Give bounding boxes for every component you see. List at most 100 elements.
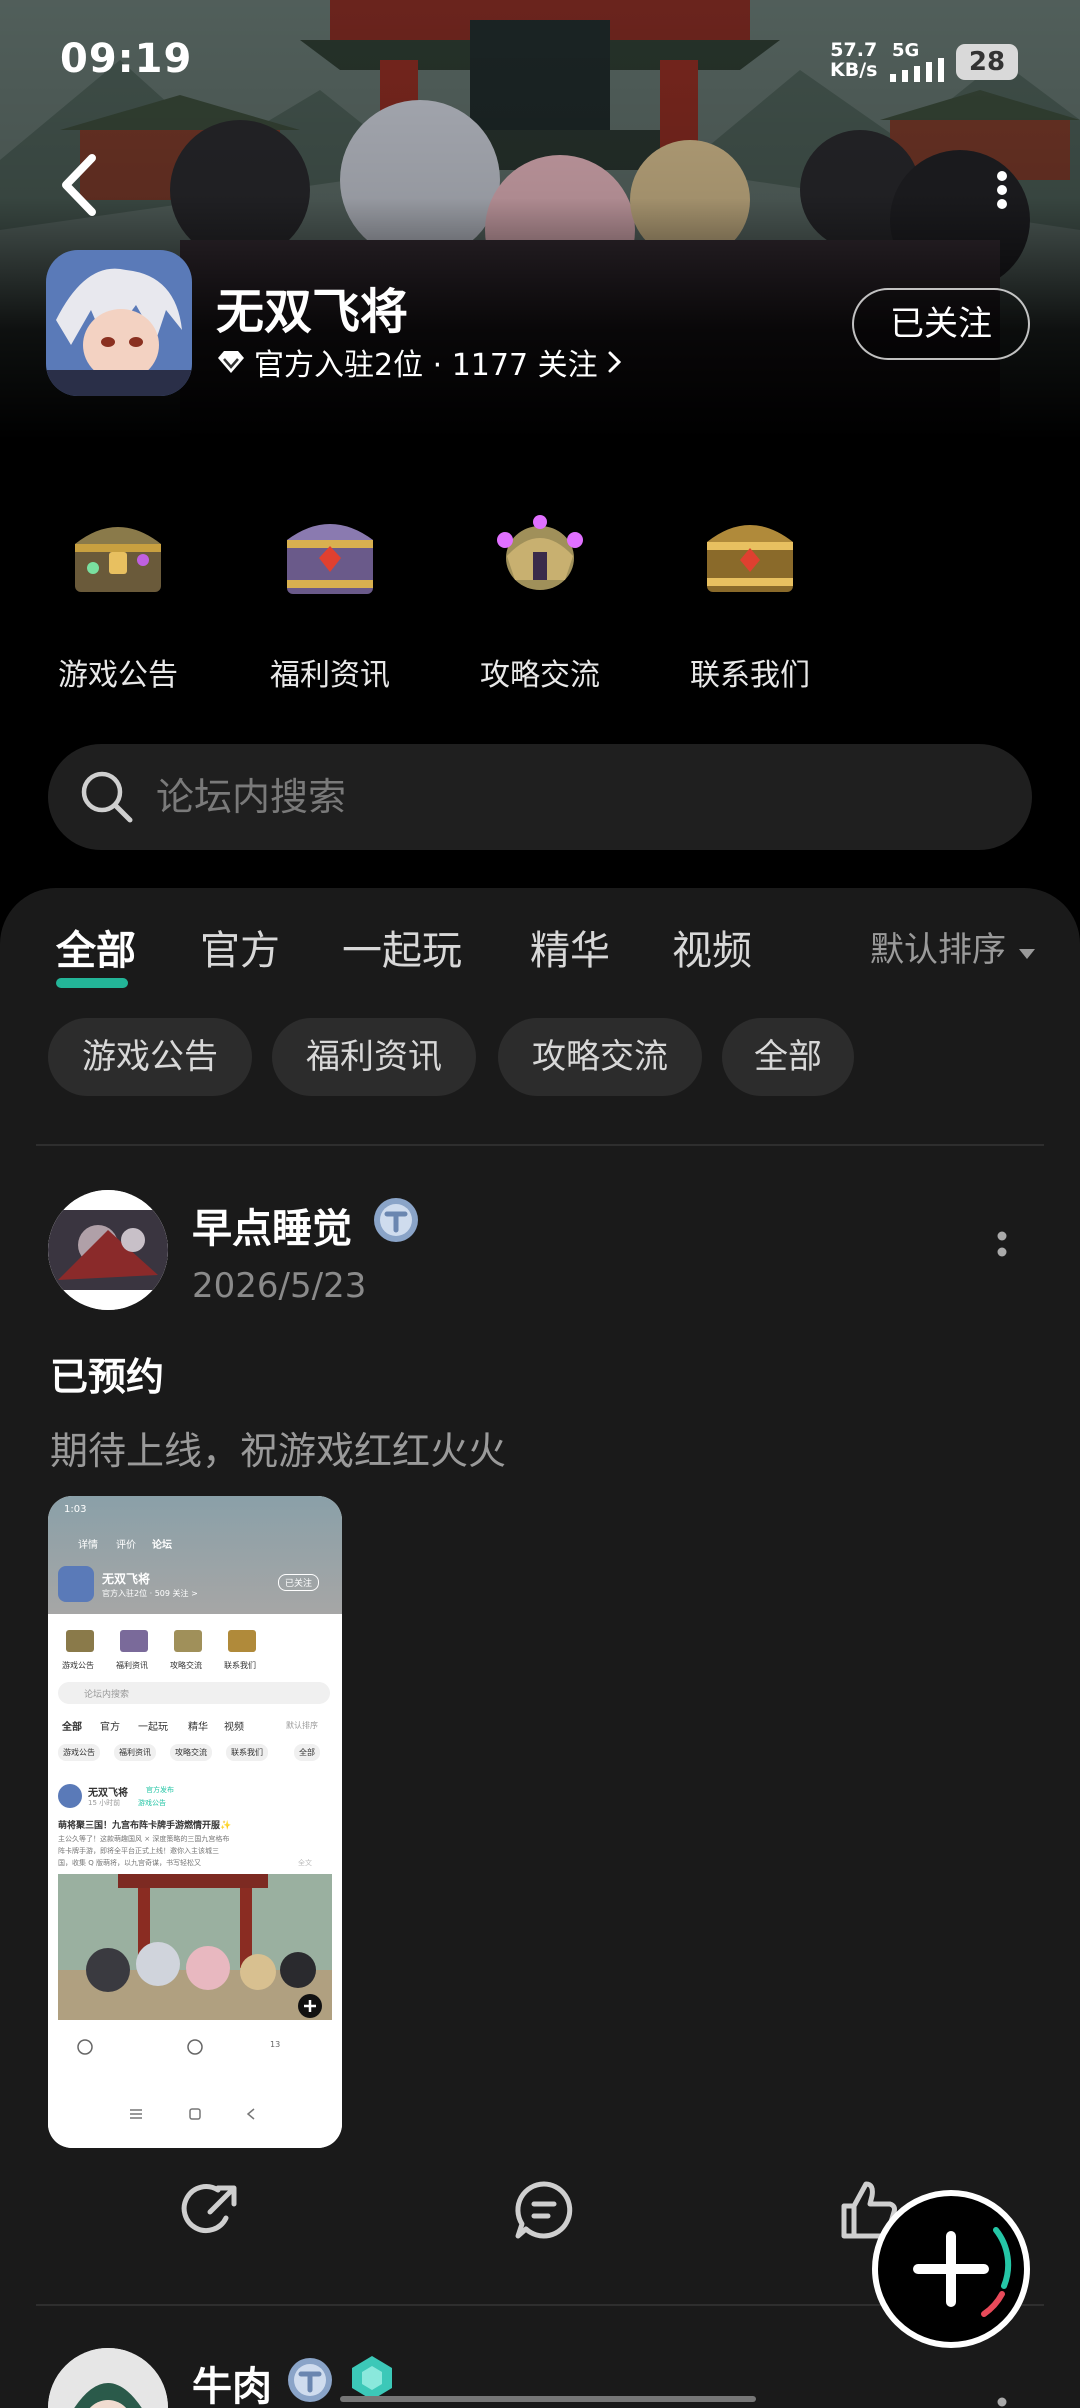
thumb-meta: 官方入驻2位 · 509 关注 > [102, 1589, 198, 1598]
sort-label: 默认排序 [870, 930, 1006, 970]
gold-helmet-icon [497, 515, 583, 590]
chip-all[interactable]: 全部 [722, 1018, 854, 1096]
thumb-tab-forum: 论坛 [152, 1540, 172, 1551]
thumb-tab-reviews: 评价 [116, 1540, 136, 1551]
gem-badge-icon [352, 2356, 392, 2400]
thumb-chip: 联系我们 [226, 1744, 268, 1761]
thumb-tab: 一起玩 [138, 1722, 168, 1733]
thumb-comment-icon [187, 2039, 203, 2055]
home-indicator[interactable] [340, 2396, 756, 2402]
app-icon [46, 250, 192, 396]
app-meta[interactable]: 官方入驻2位 · 1177 关注 [216, 340, 624, 384]
thumb-search: 论坛内搜索 [84, 1690, 130, 1700]
thumb-follow: 已关注 [278, 1574, 320, 1591]
status-time: 09:19 [60, 36, 193, 82]
category-welfare-news[interactable]: 福利资讯 [250, 500, 410, 710]
thumb-post-line: 国，收集 Q 版萌将，以九宫奇谋，书写轻松又 [58, 1859, 201, 1867]
thumb-post-title: 萌将聚三国！九宫布阵卡牌手游燃情开服✨ [58, 1821, 232, 1831]
category-strategy-exchange[interactable]: 攻略交流 [460, 500, 620, 710]
thumb-post-artwork [58, 1874, 332, 2020]
thumb-cat-label: 福利资讯 [116, 1661, 148, 1670]
post-date: 2026/5/23 [192, 1266, 367, 1306]
chip-game-announcement[interactable]: 游戏公告 [48, 1018, 252, 1096]
thumb-cat-label: 联系我们 [224, 1661, 256, 1670]
chest-icon [75, 527, 161, 592]
tab-video[interactable]: 视频 [672, 918, 752, 976]
avatar[interactable] [48, 1190, 168, 1310]
thumb-post-badge: 官方发布 [146, 1786, 174, 1794]
app-meta-text: 官方入驻2位 · 1177 关注 [254, 348, 598, 383]
thumb-cat-label: 攻略交流 [170, 1661, 202, 1670]
thumb-tab-details: 详情 [78, 1540, 98, 1551]
thumb-post-author: 无双飞将 [88, 1788, 128, 1799]
network-speed: 57.7 KB/s [830, 39, 878, 81]
tab-official[interactable]: 官方 [200, 918, 280, 976]
thumb-nav-bar [130, 2108, 255, 2120]
thumb-likes: 13 [270, 2040, 281, 2049]
tab-play-together[interactable]: 一起玩 [342, 918, 462, 976]
more-options-icon[interactable] [984, 166, 1020, 216]
caret-down-icon [1018, 949, 1035, 959]
thumb-tab: 官方 [100, 1722, 120, 1733]
thumb-app-name: 无双飞将 [102, 1572, 151, 1586]
diamond-icon [218, 351, 244, 373]
sort-dropdown[interactable]: 默认排序 [870, 922, 1037, 971]
tab-featured[interactable]: 精华 [530, 918, 610, 976]
thumb-share-icon [77, 2039, 93, 2055]
thumb-tab: 精华 [188, 1722, 208, 1733]
signal-icon [890, 58, 944, 82]
search-input[interactable] [156, 744, 976, 850]
thumb-cat-label: 游戏公告 [62, 1661, 94, 1670]
share-icon[interactable] [180, 2178, 244, 2242]
plus-icon [913, 2227, 1012, 2317]
post-author[interactable]: 早点睡觉 [192, 1196, 352, 1254]
thumb-chip: 福利资讯 [114, 1744, 156, 1761]
thumb-chip: 游戏公告 [58, 1744, 100, 1761]
user-level-badge-icon [288, 2358, 332, 2402]
post-author[interactable]: 牛肉 [192, 2354, 272, 2408]
category-row: 游戏公告 福利资讯 攻略交流 联系我们 [0, 500, 1080, 710]
gold-chest-icon [707, 525, 793, 592]
forum-tabs: 全部 官方 一起玩 精华 视频 默认排序 [0, 918, 1080, 998]
avatar[interactable] [48, 2348, 168, 2408]
post-image[interactable]: 1:03 详情 评价 论坛 无双飞将 官方入驻2位 · 509 关注 > 已关注… [48, 1496, 342, 2148]
user-level-badge-icon [374, 1198, 418, 1242]
forum-panel: 全部 官方 一起玩 精华 视频 默认排序 游戏公告 福利资讯 攻略交流 全部 早… [0, 888, 1080, 2408]
search-icon [81, 771, 133, 823]
post-title[interactable]: 已预约 [50, 1346, 164, 1401]
category-label: 福利资讯 [270, 658, 390, 693]
purple-chest-icon [287, 524, 373, 594]
category-contact-us[interactable]: 联系我们 [670, 500, 830, 710]
thumb-post-more: 全文 [298, 1859, 312, 1867]
thumb-chip: 全部 [294, 1744, 320, 1761]
follow-button[interactable]: 已关注 [852, 288, 1030, 360]
thumb-sort: 默认排序 [286, 1721, 318, 1730]
divider [36, 1144, 1044, 1146]
post-more-icon[interactable] [994, 1228, 1010, 1268]
chevron-right-icon [608, 351, 621, 373]
category-label: 游戏公告 [58, 658, 178, 693]
category-game-announcement[interactable]: 游戏公告 [38, 500, 198, 710]
thumb-time: 1:03 [64, 1504, 87, 1515]
post-body[interactable]: 期待上线，祝游戏红红火火 [50, 1420, 506, 1475]
thumb-tab: 视频 [224, 1722, 244, 1733]
thumb-app-icon [58, 1566, 94, 1602]
new-post-fab[interactable] [872, 2190, 1030, 2348]
thumb-post-line: 阵卡牌手游，即将全平台正式上线！邀你入主该城三 [58, 1847, 219, 1855]
back-arrow-icon[interactable] [52, 150, 112, 220]
thumb-post-tag: 游戏公告 [138, 1799, 166, 1807]
post-more-icon[interactable] [994, 2394, 1010, 2408]
thumb-chip: 攻略交流 [170, 1744, 212, 1761]
thumb-post-line: 主公久等了！这款萌趣国风 × 深度策略的三国九宫格布 [58, 1835, 230, 1843]
active-tab-indicator [56, 978, 128, 988]
thumb-post-time: 15 小时前 [88, 1799, 121, 1807]
status-bar: 09:19 57.7 KB/s 5G 28 [0, 30, 1080, 90]
chip-welfare-news[interactable]: 福利资讯 [272, 1018, 476, 1096]
category-label: 攻略交流 [480, 658, 600, 693]
forum-search-bar[interactable] [48, 744, 1032, 850]
category-label: 联系我们 [690, 658, 810, 693]
chip-strategy-exchange[interactable]: 攻略交流 [498, 1018, 702, 1096]
tab-all[interactable]: 全部 [56, 918, 136, 976]
app-name: 无双飞将 [216, 284, 409, 340]
comment-icon[interactable] [512, 2178, 576, 2242]
